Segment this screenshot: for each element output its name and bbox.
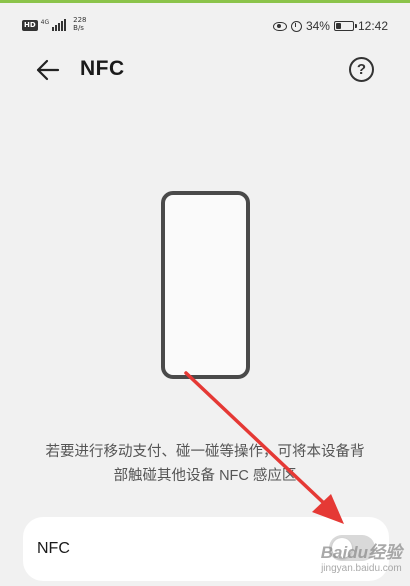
network-type: 4G [40,19,50,26]
description-line-1: 若要进行移动支付、碰一碰等操作，可将本设备背 [45,444,365,460]
network-speed: 228 B/s [73,16,86,32]
nfc-setting-label: NFC [37,540,70,557]
help-button[interactable]: ? [349,57,374,82]
page-title: NFC [80,57,125,80]
status-left: HD 4G 228 B/s [22,16,87,32]
nfc-description: 若要进行移动支付、碰一碰等操作，可将本设备背 部触碰其他设备 NFC 感应区 [28,440,382,488]
watermark-logo: Baidu经验 jingyan.baidu.com [321,538,402,574]
clock-time: 12:42 [357,19,388,33]
back-button[interactable] [34,56,62,84]
watermark-url: jingyan.baidu.com [321,563,402,574]
signal-bars-icon [52,19,67,31]
arrow-left-icon [36,59,60,81]
eye-comfort-icon [272,21,287,31]
alarm-icon [290,20,302,32]
description-line-2: 部触碰其他设备 NFC 感应区 [113,468,297,484]
watermark-brand: Baidu经验 [320,543,402,562]
hd-badge: HD [22,20,38,31]
speed-unit: B/s [73,24,84,32]
battery-percent: 34% [305,19,330,33]
status-bar: HD 4G 228 B/s 34% 12:42 [0,3,410,43]
help-circle-icon: ? [349,57,374,82]
phone-illustration [161,191,250,379]
speed-value: 228 [73,16,87,24]
status-right: 34% 12:42 [272,19,388,33]
battery-charging-icon [333,21,357,31]
